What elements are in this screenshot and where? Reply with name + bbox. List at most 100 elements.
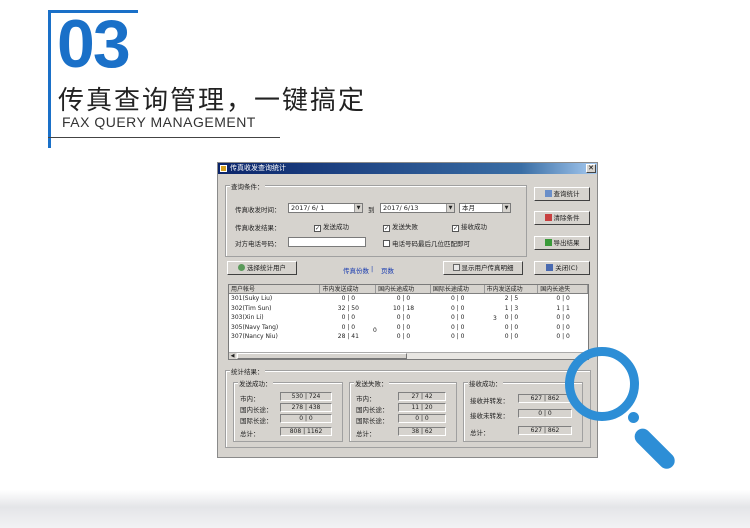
table-row[interactable]: 302(Tim Sun) 32 | 50 10 | 18 0 | 0 1 | 3… [229,304,588,314]
period-value: 本月 [462,204,475,212]
user-stats-table[interactable]: 用户帐号 市内发送成功 国内长途成功 国际长途成功 市内发送成功 国内长途失 3… [228,284,589,360]
send-fail-label: 发送失败 [392,223,418,231]
window-title: 传真收发查询统计 [230,164,286,172]
recv-success-checkbox[interactable]: ✓ 接收成功 [452,221,487,232]
close-icon[interactable]: ✕ [586,164,596,173]
link-separator: | [371,265,374,273]
stat-label: 总计： [356,430,376,438]
cell-value: 2 | 5 [504,295,519,302]
check-icon: ✓ [383,225,390,232]
column-header[interactable]: 市内发送成功 [485,285,539,293]
phone-input[interactable] [288,237,366,247]
check-icon: ✓ [452,225,459,232]
stray-value: 0 [373,327,377,334]
column-header[interactable]: 国内长途失 [538,285,588,293]
stat-label: 接收未转发： [470,412,509,420]
stat-value: 0 | 0 [398,414,446,423]
chevron-down-icon[interactable]: ▼ [354,204,362,212]
fax-copies-link[interactable]: 传真份数 [343,265,369,275]
suffix-match-label: 电话号码最后几位匹配即可 [392,240,470,248]
cell-value: 0 | 0 [396,314,411,321]
document-icon [452,264,460,271]
to-label: 到 [368,206,375,214]
cell-value: 0 | 0 [556,295,570,302]
cell-value: 0 | 0 [341,295,356,302]
stats-group-label: 统计结果： [230,366,265,376]
stat-value: 808 | 1162 [280,427,332,436]
show-detail-button[interactable]: 显示用户传真明细 [443,261,523,275]
app-icon [220,165,227,172]
cell-value: 1 | 1 [556,304,570,312]
query-stats-button[interactable]: 查询统计 [534,187,590,201]
select-user-label: 选择统计用户 [247,264,286,272]
cell-user: 305(Navy Tang) [231,323,279,331]
stray-value: 3 [493,315,497,322]
send-success-label: 发送成功 [323,223,349,231]
cell-value: 0 | 0 [556,333,570,340]
column-header[interactable]: 国际长途成功 [431,285,485,293]
stat-value: 530 | 724 [280,392,332,401]
date-to-picker[interactable]: 2017/ 6/13 ▼ [380,203,455,213]
table-row[interactable]: 301(Suky Liu) 0 | 0 0 | 0 0 | 0 2 | 5 0 … [229,294,588,304]
stat-value: 11 | 20 [398,403,446,412]
clear-conditions-button[interactable]: 清除条件 [534,211,590,225]
scroll-thumb[interactable] [237,353,407,359]
horizontal-scrollbar[interactable]: ◀ ▶ [229,352,588,359]
pages-link[interactable]: 页数 [381,265,394,275]
close-button[interactable]: 关闭(C) [534,261,590,275]
table-row[interactable]: 307(Nancy Niu) 28 | 41 0 | 0 0 | 0 0 | 0… [229,332,588,342]
stat-value: 38 | 62 [398,427,446,436]
checkbox-box [383,240,390,247]
cell-value: 1 | 3 [504,304,519,312]
stat-label: 国际长途： [356,417,389,425]
stat-label: 总计： [470,429,490,437]
time-label: 传真收发时间： [235,206,281,214]
stat-label: 总计： [240,430,260,438]
send-fail-checkbox[interactable]: ✓ 发送失败 [383,221,418,232]
table-header: 用户帐号 市内发送成功 国内长途成功 国际长途成功 市内发送成功 国内长途失 [229,285,588,294]
export-results-button[interactable]: 导出结果 [534,236,590,250]
cell-value: 32 | 50 [337,304,359,312]
cell-value: 0 | 0 [450,323,465,331]
cell-user: 302(Tim Sun) [231,304,272,312]
table-row[interactable]: 303(Xin Li) 0 | 0 0 | 0 0 | 0 0 | 0 0 | … [229,313,588,323]
cell-value: 10 | 18 [392,304,415,312]
query-stats-label: 查询统计 [553,190,580,198]
column-header[interactable]: 市内发送成功 [320,285,377,293]
stat-label: 国际长途： [240,417,273,425]
select-user-button[interactable]: 选择统计用户 [227,261,297,275]
cell-value: 0 | 0 [450,333,465,340]
cell-value: 0 | 0 [341,323,356,331]
show-detail-label: 显示用户传真明细 [461,264,514,272]
cell-value: 0 | 0 [450,304,465,312]
period-select[interactable]: 本月 ▼ [459,203,511,213]
query-group-label: 查询条件： [230,181,265,191]
column-header[interactable]: 用户帐号 [229,285,321,293]
column-header[interactable]: 国内长途成功 [376,285,431,293]
date-from-value: 2017/ 6/ 1 [291,204,325,212]
cell-value: 0 | 0 [450,314,465,321]
send-success-checkbox[interactable]: ✓ 发送成功 [314,221,349,232]
date-from-picker[interactable]: 2017/ 6/ 1 ▼ [288,203,363,213]
stat-value: 0 | 0 [280,414,332,423]
arrow-left-icon [544,239,552,246]
suffix-match-checkbox[interactable]: 电话号码最后几位匹配即可 [383,238,470,248]
result-label: 传真收发结果： [235,224,281,232]
chevron-down-icon[interactable]: ▼ [446,204,454,212]
phone-label: 对方电话号码： [235,240,281,248]
scroll-left-icon[interactable]: ◀ [229,353,236,359]
cell-value: 28 | 41 [337,333,359,340]
stat-label: 市内： [240,395,260,403]
table-row[interactable]: 305(Navy Tang) 0 | 0 0 | 0 0 | 0 0 | 0 0… [229,323,588,333]
cell-value: 0 | 0 [504,333,519,340]
cell-value: 0 | 0 [556,314,570,321]
cell-user: 301(Suky Liu) [231,295,273,302]
clear-conditions-label: 清除条件 [553,214,580,222]
eraser-icon [544,214,552,221]
send-fail-stats: 发送失败： 市内： 27 | 42 国内长途： 11 | 20 国际长途： 0 … [349,378,457,442]
section-number: 03 [57,6,131,82]
stat-value: 627 | 862 [518,394,572,403]
report-icon [544,190,552,197]
chevron-down-icon[interactable]: ▼ [502,204,510,212]
cell-user: 303(Xin Li) [231,314,264,321]
